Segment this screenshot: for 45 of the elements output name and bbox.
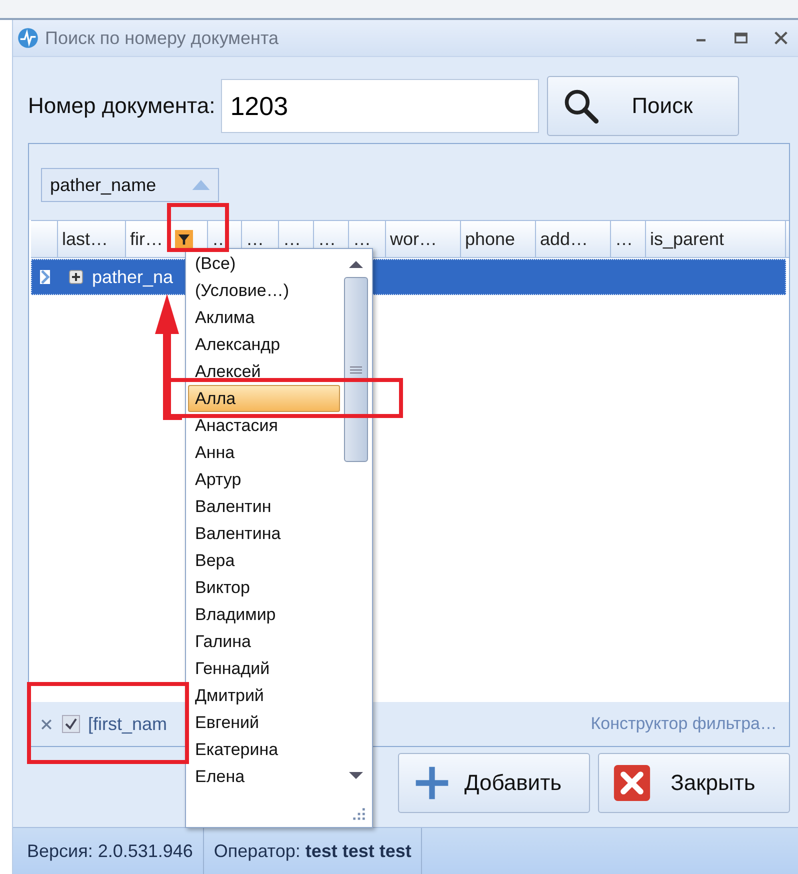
filter-icon[interactable] <box>175 230 193 248</box>
filter-value-item[interactable]: Екатерина <box>188 736 340 763</box>
filter-value-item[interactable]: Аклима <box>188 304 340 331</box>
filter-value-item[interactable]: Галина <box>188 628 340 655</box>
column-header[interactable]: is_parent <box>646 221 786 257</box>
search-icon <box>562 87 600 125</box>
filter-value-item[interactable]: Валентина <box>188 520 340 547</box>
filter-value-item[interactable]: Дмитрий <box>188 682 340 709</box>
group-by-column-button[interactable]: pather_name <box>41 168 219 202</box>
filter-value-item[interactable]: Артур <box>188 466 340 493</box>
search-button[interactable]: Поиск <box>547 76 740 136</box>
document-number-label: Номер документа: <box>28 93 216 119</box>
filter-value-item[interactable]: Алла <box>188 385 340 412</box>
filter-expression: [first_nam <box>88 714 168 734</box>
close-icon[interactable] <box>772 29 790 47</box>
app-logo-icon <box>17 27 39 49</box>
filter-value-item[interactable]: Вера <box>188 547 340 574</box>
scroll-thumb[interactable] <box>344 277 368 462</box>
filter-checkbox[interactable] <box>62 715 80 733</box>
window-title: Поиск по номеру документа <box>45 28 280 48</box>
filter-value-item[interactable]: Александр <box>188 331 340 358</box>
clear-filter-icon[interactable] <box>41 718 52 730</box>
column-header[interactable]: add… <box>536 221 611 257</box>
filter-value-item[interactable]: Валентин <box>188 493 340 520</box>
highlight-frame <box>167 203 229 252</box>
group-row-text: pather_na <box>92 266 174 288</box>
filter-value-item[interactable]: Виктор <box>188 574 340 601</box>
row-pointer-icon <box>40 270 50 284</box>
resize-grip-icon[interactable] <box>352 807 366 821</box>
column-header[interactable]: wor… <box>386 221 461 257</box>
column-header[interactable]: … <box>611 221 646 257</box>
column-header[interactable]: phone <box>461 221 536 257</box>
filter-value-item[interactable]: Евгений <box>188 709 340 736</box>
expand-icon[interactable] <box>69 270 83 284</box>
document-number-field[interactable]: 1203 <box>221 79 540 133</box>
filter-value-item[interactable]: Геннадий <box>188 655 340 682</box>
plus-icon <box>413 764 451 802</box>
close-icon <box>613 764 651 802</box>
scroll-down-icon[interactable] <box>348 771 364 781</box>
filter-value-item[interactable]: Владимир <box>188 601 340 628</box>
filter-value-item[interactable]: Анна <box>188 439 340 466</box>
filter-value-item[interactable]: Елена <box>188 763 340 790</box>
close-button[interactable]: Закрыть <box>598 753 790 813</box>
add-button[interactable]: Добавить <box>398 753 590 813</box>
sort-ascending-icon <box>192 180 210 190</box>
